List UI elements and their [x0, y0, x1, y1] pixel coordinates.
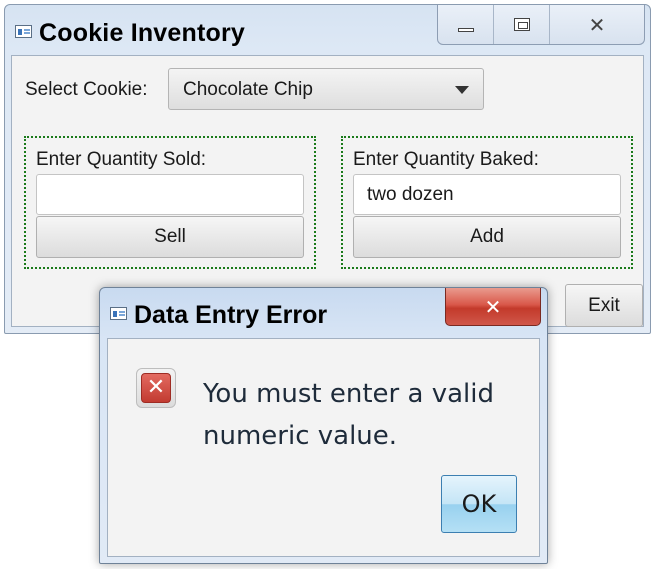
- maximize-icon: [513, 18, 530, 31]
- main-titlebar[interactable]: Cookie Inventory ✕: [5, 5, 650, 55]
- close-icon: ✕: [484, 294, 502, 319]
- caption-buttons: ✕: [437, 5, 645, 45]
- window-title: Cookie Inventory: [39, 19, 246, 47]
- close-icon: ✕: [588, 12, 606, 37]
- cookie-select[interactable]: Chocolate Chip: [168, 68, 484, 110]
- error-dialog: Data Entry Error ✕ ✕ You must enter a va…: [99, 287, 548, 564]
- error-x-icon: ✕: [136, 368, 176, 408]
- sell-button[interactable]: Sell: [36, 216, 304, 258]
- cookie-select-value: Chocolate Chip: [183, 79, 313, 100]
- quantity-sold-group: Enter Quantity Sold: Sell: [24, 136, 316, 269]
- exit-button[interactable]: Exit: [565, 284, 643, 327]
- error-message-line-1: You must enter a valid: [203, 379, 494, 409]
- quantity-sold-field[interactable]: [36, 174, 304, 215]
- dialog-client-area: ✕ You must enter a valid numeric value. …: [107, 338, 540, 557]
- add-button[interactable]: Add: [353, 216, 621, 258]
- ok-button[interactable]: OK: [441, 475, 517, 533]
- quantity-baked-label: Enter Quantity Baked:: [353, 149, 539, 170]
- quantity-baked-field[interactable]: [353, 174, 621, 215]
- chevron-down-icon: [455, 86, 469, 94]
- minimize-icon: [457, 27, 474, 32]
- dialog-title: Data Entry Error: [134, 301, 328, 329]
- quantity-sold-label: Enter Quantity Sold:: [36, 149, 207, 170]
- error-message-line-2: numeric value.: [203, 421, 398, 451]
- window-app-icon: [110, 307, 127, 320]
- quantity-baked-input[interactable]: [354, 175, 620, 214]
- close-button[interactable]: ✕: [550, 5, 644, 44]
- quantity-sold-input[interactable]: [37, 175, 303, 214]
- minimize-button[interactable]: [438, 5, 495, 44]
- window-app-icon: [15, 25, 32, 38]
- maximize-button[interactable]: [494, 5, 550, 44]
- quantity-baked-group: Enter Quantity Baked: Add: [341, 136, 633, 269]
- select-cookie-label: Select Cookie:: [25, 79, 148, 100]
- dialog-close-button[interactable]: ✕: [445, 288, 541, 326]
- main-window: Cookie Inventory ✕ Select Cookie: Chocol…: [4, 4, 651, 334]
